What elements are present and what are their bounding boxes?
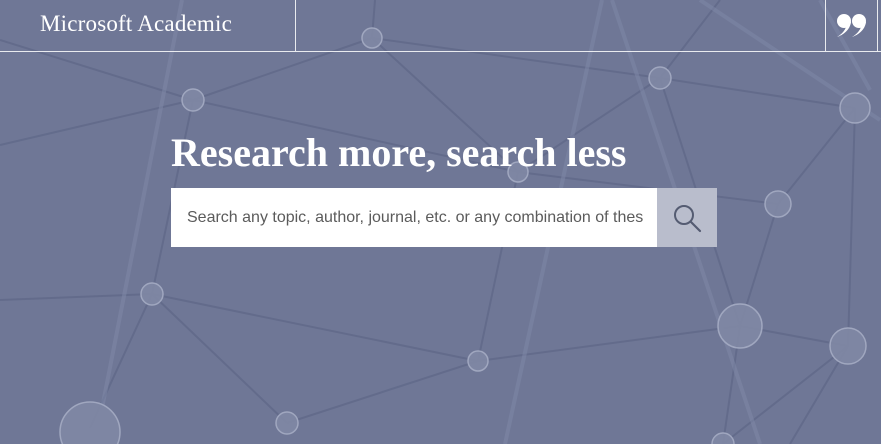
page-title: Research more, search less [171,129,627,175]
brand-section[interactable]: Microsoft Academic [0,0,296,51]
search-input[interactable] [171,188,657,247]
top-bar: Microsoft Academic [0,0,881,52]
search-bar [171,188,717,247]
search-button[interactable] [657,188,717,247]
search-icon [674,204,702,232]
home-page: Microsoft Academic Research more, search… [0,0,881,444]
quote-button[interactable] [825,0,878,51]
quote-icon [836,13,866,37]
brand-logo-text[interactable]: Microsoft Academic [40,11,232,37]
